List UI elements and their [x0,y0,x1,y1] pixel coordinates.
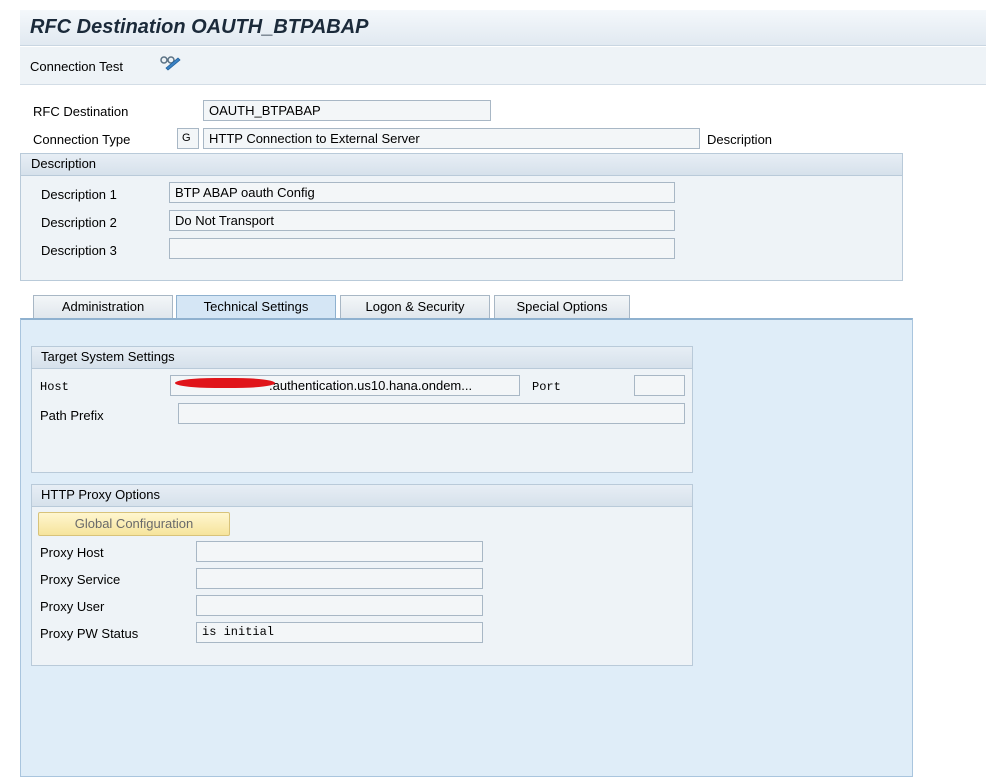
description-3-field[interactable] [169,238,675,259]
target-system-group-title: Target System Settings [32,347,692,369]
tab-administration[interactable]: Administration [33,295,173,319]
tab-logon-security[interactable]: Logon & Security [340,295,490,319]
path-prefix-field[interactable] [178,403,685,424]
host-field[interactable]: .authentication.us10.hana.ondem... [170,375,520,396]
proxy-pw-status-field: is initial [196,622,483,643]
description-3-label: Description 3 [41,243,117,258]
port-label: Port [532,380,561,394]
port-field[interactable] [634,375,685,396]
tab-special-options[interactable]: Special Options [494,295,630,319]
description-group-title: Description [21,154,902,176]
host-field-text: .authentication.us10.hana.ondem... [269,378,473,393]
glasses-icon[interactable] [158,54,182,74]
connection-type-label: Connection Type [33,132,131,147]
application-toolbar: Connection Test [20,47,986,85]
path-prefix-label: Path Prefix [40,408,104,423]
proxy-user-label: Proxy User [40,599,105,614]
description-1-field[interactable]: BTP ABAP oauth Config [169,182,675,203]
description-1-label: Description 1 [41,187,117,202]
connection-type-description-field[interactable]: HTTP Connection to External Server [203,128,700,149]
tab-technical-settings[interactable]: Technical Settings [176,295,336,319]
description-2-field[interactable]: Do Not Transport [169,210,675,231]
description-link[interactable]: Description [707,132,772,147]
proxy-pw-status-label: Proxy PW Status [40,626,139,641]
global-configuration-button[interactable]: Global Configuration [38,512,230,536]
redaction-mark [175,378,275,388]
description-2-label: Description 2 [41,215,117,230]
page-title: RFC Destination OAUTH_BTPABAP [30,16,369,38]
rfc-destination-label: RFC Destination [33,104,129,119]
host-label: Host [40,380,69,394]
proxy-host-label: Proxy Host [40,545,104,560]
proxy-host-field[interactable] [196,541,483,562]
title-bar: RFC Destination OAUTH_BTPABAP [20,10,986,46]
proxy-user-field[interactable] [196,595,483,616]
connection-test-button[interactable]: Connection Test [30,59,123,74]
connection-type-code-field[interactable]: G [177,128,199,149]
proxy-service-field[interactable] [196,568,483,589]
proxy-service-label: Proxy Service [40,572,121,587]
rfc-destination-field[interactable]: OAUTH_BTPABAP [203,100,491,121]
http-proxy-group-title: HTTP Proxy Options [32,485,692,507]
